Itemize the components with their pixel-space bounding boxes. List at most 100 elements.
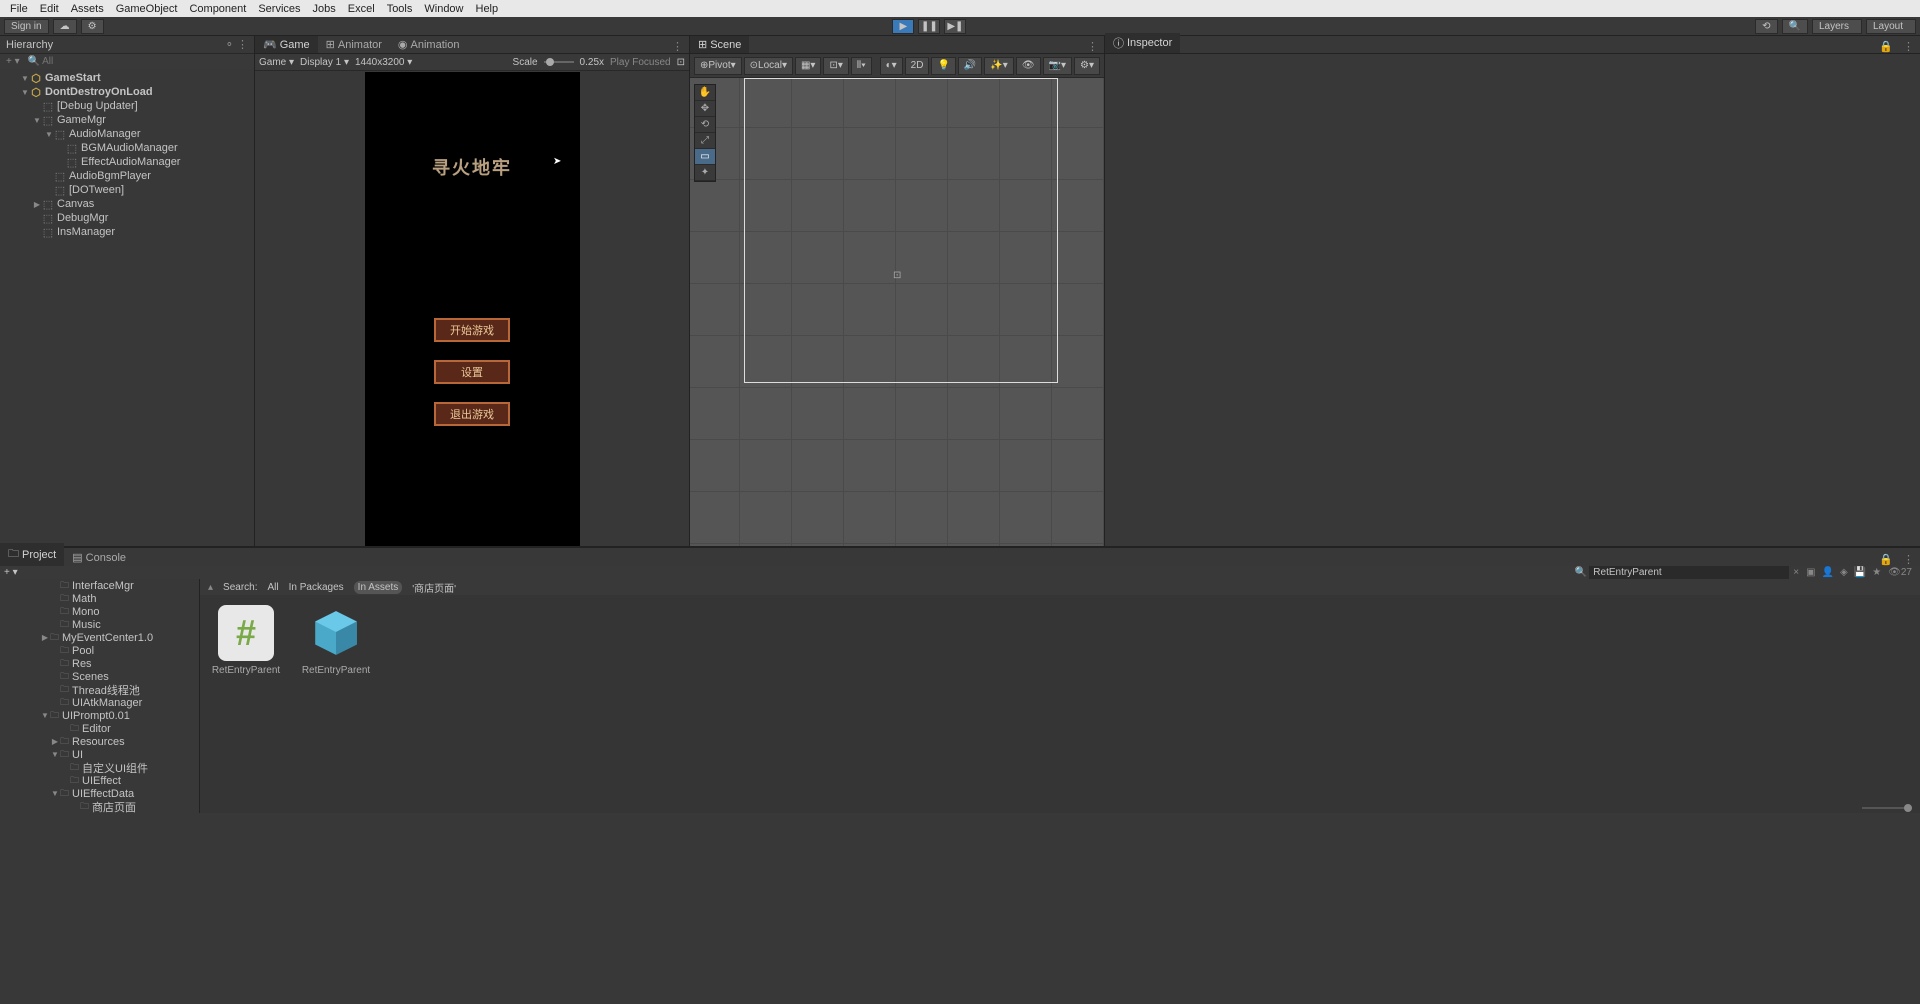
asset-script[interactable]: # RetEntryParent <box>210 605 282 676</box>
light-toggle[interactable]: 💡 <box>931 57 955 75</box>
draw-mode-button[interactable]: ◐▾ <box>880 57 903 75</box>
project-add-button[interactable]: + ▾ <box>4 567 18 578</box>
local-dropdown[interactable]: ⊙Local▾ <box>744 57 793 75</box>
folder-item[interactable]: 🗀UIAtkManager <box>0 696 199 709</box>
hierarchy-item[interactable]: ⬚BGMAudioManager <box>0 141 254 155</box>
folder-item[interactable]: 🗀Editor <box>0 722 199 735</box>
scale-tool[interactable]: ⤢ <box>695 133 715 149</box>
tab-animator[interactable]: ⊞Animator <box>318 36 390 53</box>
settings-button[interactable]: ⚙ <box>81 19 104 34</box>
snap-button[interactable]: ⊡▾ <box>823 57 848 75</box>
inspector-lock-icon[interactable]: 🔒 <box>1875 40 1897 53</box>
folder-item[interactable]: 🗀Pool <box>0 644 199 657</box>
rect-tool[interactable]: ▭ <box>695 149 715 165</box>
tab-console[interactable]: ▤Console <box>64 549 134 566</box>
filter-packages[interactable]: In Packages <box>289 582 344 593</box>
menu-window[interactable]: Window <box>418 3 469 15</box>
increment-button[interactable]: ⫴▾ <box>851 57 872 75</box>
menu-assets[interactable]: Assets <box>65 3 110 15</box>
filter-label-icon[interactable]: 👤 <box>1819 567 1837 578</box>
step-button[interactable]: ▶❚ <box>944 19 966 34</box>
menu-component[interactable]: Component <box>183 3 252 15</box>
camera-button[interactable]: 📷▾ <box>1043 57 1072 75</box>
menu-help[interactable]: Help <box>470 3 505 15</box>
hierarchy-item[interactable]: ⬚InsManager <box>0 225 254 239</box>
panel-menu-icon[interactable]: ⋮ <box>1897 40 1920 53</box>
pivot-dropdown[interactable]: ⊕Pivot▾ <box>694 57 742 75</box>
gizmos-button[interactable]: ⚙▾ <box>1074 57 1100 75</box>
layout-dropdown[interactable]: Layout <box>1866 19 1916 34</box>
menu-excel[interactable]: Excel <box>342 3 381 15</box>
rotate-tool[interactable]: ⟲ <box>695 117 715 133</box>
game-aspect-icon[interactable]: ⊡ <box>677 57 685 68</box>
hierarchy-item[interactable]: ▼⬚GameMgr <box>0 113 254 127</box>
search-button[interactable]: 🔍 <box>1782 19 1808 34</box>
game-view-dropdown[interactable]: Game ▾ <box>259 57 294 68</box>
folder-item[interactable]: 🗀InterfaceMgr <box>0 579 199 592</box>
settings-game-button[interactable]: 设置 <box>434 360 510 384</box>
pause-button[interactable]: ❚❚ <box>918 19 940 34</box>
hand-tool[interactable]: ✋ <box>695 85 715 101</box>
asset-prefab[interactable]: RetEntryParent <box>300 605 372 676</box>
menu-file[interactable]: File <box>4 3 34 15</box>
hierarchy-item[interactable]: ⬚EffectAudioManager <box>0 155 254 169</box>
cloud-button[interactable]: ☁ <box>53 19 77 34</box>
play-focused-dropdown[interactable]: Play Focused <box>610 57 671 68</box>
folder-item[interactable]: ▶🗀Resources <box>0 735 199 748</box>
menu-jobs[interactable]: Jobs <box>307 3 342 15</box>
hierarchy-tree[interactable]: ▼⬡GameStart▼⬡DontDestroyOnLoad⬚[Debug Up… <box>0 69 254 546</box>
folder-item[interactable]: 🗀Music <box>0 618 199 631</box>
hierarchy-item[interactable]: ▼⬚AudioManager <box>0 127 254 141</box>
filter-type-icon[interactable]: ▣ <box>1803 567 1818 578</box>
panel-menu-icon[interactable]: ⋮ <box>666 40 689 53</box>
project-assets-grid[interactable]: # RetEntryParent RetEntryParent <box>200 595 1920 813</box>
panel-menu-icon[interactable]: ⋮ <box>1897 553 1920 566</box>
bottom-lock-icon[interactable]: 🔒 <box>1875 553 1897 566</box>
hierarchy-item[interactable]: ⬚[Debug Updater] <box>0 99 254 113</box>
2d-toggle[interactable]: 2D <box>905 57 930 75</box>
start-game-button[interactable]: 开始游戏 <box>434 318 510 342</box>
filter-assets[interactable]: In Assets <box>354 581 403 594</box>
hidden-count[interactable]: 👁27 <box>1884 567 1916 578</box>
hierarchy-item[interactable]: ▼⬡DontDestroyOnLoad <box>0 85 254 99</box>
tab-scene[interactable]: ⊞Scene <box>690 36 749 53</box>
tab-animation[interactable]: ◉Animation <box>390 36 468 53</box>
menu-services[interactable]: Services <box>252 3 306 15</box>
project-search[interactable] <box>1589 566 1789 579</box>
filter-star-icon[interactable]: ★ <box>1869 567 1884 578</box>
resolution-dropdown[interactable]: 1440x3200 ▾ <box>355 57 412 68</box>
filter-folder[interactable]: '商店页面' <box>412 580 456 595</box>
tab-game[interactable]: 🎮Game <box>255 36 318 53</box>
folder-item[interactable]: 🗀Thread线程池 <box>0 683 199 696</box>
layers-dropdown[interactable]: Layers <box>1812 19 1862 34</box>
move-tool[interactable]: ✥ <box>695 101 715 117</box>
hierarchy-options-icon[interactable]: ⚬ ⋮ <box>225 38 248 51</box>
collapse-icon[interactable]: ▴ <box>208 582 213 593</box>
hierarchy-item[interactable]: ▼⬡GameStart <box>0 71 254 85</box>
scene-view[interactable]: ⊡ ✋ ✥ ⟲ ⤢ ▭ ✦ <box>690 78 1104 546</box>
filter-asset-icon[interactable]: ◈ <box>1837 567 1851 578</box>
hierarchy-item[interactable]: ▶⬚Canvas <box>0 197 254 211</box>
folder-item[interactable]: 🗀Mono <box>0 605 199 618</box>
search-clear-icon[interactable]: × <box>1789 567 1803 578</box>
menu-tools[interactable]: Tools <box>381 3 419 15</box>
folder-item[interactable]: ▶🗀MyEventCenter1.0 <box>0 631 199 644</box>
project-folders[interactable]: 🗀InterfaceMgr🗀Math🗀Mono🗀Music▶🗀MyEventCe… <box>0 579 200 813</box>
scale-slider[interactable] <box>544 61 574 63</box>
folder-item[interactable]: 🗀商店页面 <box>0 800 199 813</box>
panel-menu-icon[interactable]: ⋮ <box>1081 40 1104 53</box>
undo-history-button[interactable]: ⟲ <box>1755 19 1777 34</box>
hierarchy-item[interactable]: ⬚DebugMgr <box>0 211 254 225</box>
play-button[interactable]: ▶ <box>892 19 914 34</box>
hierarchy-search[interactable] <box>42 56 248 67</box>
fx-toggle[interactable]: ✨▾ <box>984 57 1013 75</box>
folder-item[interactable]: 🗀自定义UI组件 <box>0 761 199 774</box>
signin-button[interactable]: Sign in <box>4 19 49 34</box>
tab-inspector[interactable]: ⓘInspector <box>1105 33 1180 53</box>
hierarchy-item[interactable]: ⬚[DOTween] <box>0 183 254 197</box>
audio-toggle[interactable]: 🔊 <box>958 57 982 75</box>
hierarchy-add-button[interactable]: + ▾ <box>6 56 20 67</box>
grid-button[interactable]: ▦▾ <box>795 57 821 75</box>
menu-gameobject[interactable]: GameObject <box>110 3 184 15</box>
filter-save-icon[interactable]: 💾 <box>1851 567 1869 578</box>
